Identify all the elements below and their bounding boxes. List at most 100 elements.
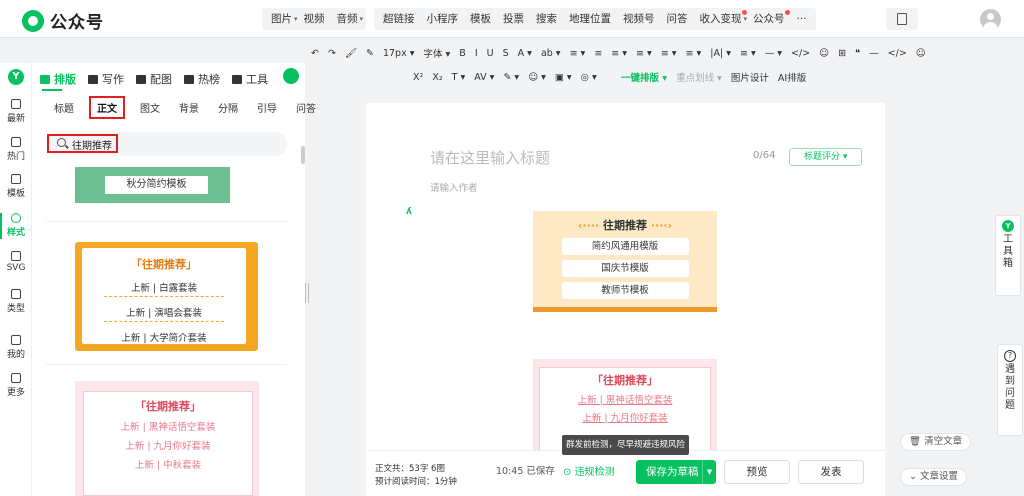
toolbar-button[interactable]: ◎ ▾ bbox=[581, 72, 597, 83]
ai-layout-button[interactable]: AI排版 bbox=[778, 70, 806, 84]
panel-subtab[interactable]: 标题 bbox=[54, 100, 74, 115]
topnav-item[interactable]: 图片 bbox=[265, 8, 298, 30]
toolbar-button[interactable]: ☺ bbox=[916, 48, 926, 59]
panel-tab[interactable]: 配图 bbox=[136, 68, 172, 90]
toolbar-button[interactable]: ☺ bbox=[819, 48, 829, 59]
toolbar-button[interactable]: 🖌 bbox=[345, 48, 357, 59]
emphasis-line-button[interactable]: 重点划线 ▾ bbox=[676, 70, 722, 84]
topnav-item[interactable]: 视频号 bbox=[617, 8, 661, 30]
toolbar-button[interactable]: ✎ bbox=[366, 48, 374, 59]
title-score-button[interactable]: 标题评分 ▾ bbox=[789, 148, 862, 166]
toolbar-button[interactable]: ≡ ▾ bbox=[611, 48, 627, 59]
rail-item[interactable]: 模板 bbox=[0, 174, 32, 199]
topnav-item[interactable]: 音频 bbox=[331, 8, 364, 30]
panel-subtab[interactable]: 图文 bbox=[140, 100, 160, 115]
toolbar-button[interactable]: T ▾ bbox=[452, 72, 466, 83]
topnav-item[interactable]: 投票 bbox=[497, 8, 530, 30]
document-icon-button[interactable] bbox=[886, 8, 918, 30]
toolbar-button[interactable]: 17px ▾ bbox=[383, 48, 415, 59]
toolbar-button[interactable]: ↷ bbox=[328, 48, 336, 59]
topnav-item[interactable]: 模板 bbox=[464, 8, 497, 30]
clear-article-button[interactable]: 🗑 清空文章 bbox=[900, 433, 972, 451]
toolbar-button[interactable]: X₂ bbox=[432, 72, 442, 83]
toolbar-button[interactable]: ☺ ▾ bbox=[528, 72, 546, 83]
publish-button[interactable]: 发表 bbox=[798, 460, 864, 484]
toolbar-button[interactable]: — bbox=[869, 48, 879, 59]
toolbar-button[interactable]: ≡ bbox=[594, 48, 602, 59]
toolbar-button[interactable]: </> bbox=[888, 48, 907, 59]
panel-scrollbar[interactable] bbox=[301, 146, 305, 164]
content-card-orange[interactable]: ‹···· 往期推荐 ····› 简约风通用模版 国庆节模版 教师节模板 bbox=[533, 211, 717, 312]
panel-tab[interactable]: 排版 bbox=[40, 68, 76, 90]
toolbar-button[interactable]: ≡ ▾ bbox=[570, 48, 586, 59]
toolbar-row-2-extra: 一键排版 ▾ 重点划线 ▾ 图片设计 AI排版 bbox=[621, 68, 815, 86]
image-design-button[interactable]: 图片设计 bbox=[731, 70, 769, 84]
template-card-orange[interactable]: 「往期推荐」 上新 | 白露套装 上新 | 演唱会套装 上新 | 大学简介套装 bbox=[75, 242, 258, 351]
plugin-insert-icon[interactable]: ʎ bbox=[406, 207, 416, 217]
panel-subtab[interactable]: 问答 bbox=[296, 100, 316, 115]
panel-toggle[interactable] bbox=[283, 68, 299, 84]
article-settings-button[interactable]: ⌄ 文章设置 bbox=[900, 468, 967, 486]
title-input[interactable]: 请在这里输入标题 bbox=[430, 147, 550, 168]
toolbar-button[interactable]: ❝ bbox=[855, 48, 860, 59]
topnav-item[interactable]: ··· bbox=[791, 8, 813, 30]
toolbar-button[interactable]: I bbox=[475, 48, 478, 59]
user-avatar[interactable] bbox=[980, 9, 1001, 30]
topnav-item[interactable]: 公众号 bbox=[747, 8, 791, 30]
rail-item[interactable]: SVG bbox=[0, 251, 32, 273]
toolbar-button[interactable]: ⊞ bbox=[838, 48, 846, 59]
rail-item[interactable]: 更多 bbox=[0, 373, 32, 398]
toolbar-button[interactable]: </> bbox=[791, 48, 810, 59]
topnav-item[interactable]: 收入变现 bbox=[694, 8, 748, 30]
help-button[interactable]: ? 遇 到 问 题 bbox=[997, 344, 1023, 436]
toolbar-button[interactable]: ▣ ▾ bbox=[555, 72, 572, 83]
content-card-item: 国庆节模版 bbox=[561, 260, 689, 277]
panel-tab[interactable]: 写作 bbox=[88, 68, 124, 90]
rail-item[interactable]: 最新 bbox=[0, 99, 32, 124]
toolbar-button[interactable]: — ▾ bbox=[765, 48, 782, 59]
topnav-item[interactable]: 地理位置 bbox=[563, 8, 617, 30]
app-logo[interactable]: 公众号 bbox=[22, 8, 104, 33]
toolbar-button[interactable]: ≡ ▾ bbox=[686, 48, 702, 59]
topnav-item[interactable]: 超链接 bbox=[377, 8, 421, 30]
one-click-layout-button[interactable]: 一键排版 ▾ bbox=[621, 70, 667, 84]
topnav-item[interactable]: 视频 bbox=[298, 8, 331, 30]
toolbar-button[interactable]: B bbox=[459, 48, 466, 59]
toolbar-button[interactable]: ≡ ▾ bbox=[661, 48, 677, 59]
toolbar-button[interactable]: ↶ bbox=[311, 48, 319, 59]
violation-check-button[interactable]: ⊙ 违规检测 bbox=[563, 463, 615, 478]
toolbar-button[interactable]: ✎ ▾ bbox=[503, 72, 519, 83]
panel-tab[interactable]: 热榜 bbox=[184, 68, 220, 90]
toolbox-button[interactable]: Y 工 具 箱 bbox=[995, 215, 1021, 296]
panel-subtab[interactable]: 引导 bbox=[257, 100, 277, 115]
toolbar-button[interactable]: ≡ ▾ bbox=[740, 48, 756, 59]
panel-collapse-handle[interactable] bbox=[305, 283, 309, 303]
toolbar-button[interactable]: 字体 ▾ bbox=[424, 46, 451, 60]
panel-subtab[interactable]: 分隔 bbox=[218, 100, 238, 115]
toolbar-button[interactable]: X² bbox=[413, 72, 423, 83]
toolbar-button[interactable]: ab ▾ bbox=[541, 48, 561, 59]
rail-item[interactable]: 样式 bbox=[0, 213, 32, 238]
template-card-autumn[interactable]: 秋分简约模板 bbox=[75, 167, 230, 203]
save-draft-button[interactable]: 保存为草稿 ▼ bbox=[636, 460, 716, 484]
topnav-item[interactable]: 小程序 bbox=[421, 8, 465, 30]
preview-button[interactable]: 预览 bbox=[724, 460, 790, 484]
topnav-item[interactable]: 问答 bbox=[661, 8, 694, 30]
rail-item[interactable]: 我的 bbox=[0, 335, 32, 360]
author-input[interactable]: 请输入作者 bbox=[430, 180, 478, 194]
toolbar-button[interactable]: ≡ ▾ bbox=[636, 48, 652, 59]
panel-subtab[interactable]: 正文 bbox=[89, 96, 125, 119]
toolbar-button[interactable]: |A| ▾ bbox=[710, 48, 731, 59]
toolbar-button[interactable]: U bbox=[487, 48, 494, 59]
rail-item[interactable]: 热门 bbox=[0, 137, 32, 162]
topnav-item[interactable]: 搜索 bbox=[530, 8, 563, 30]
panel-subtab[interactable]: 背景 bbox=[179, 100, 199, 115]
toolbar-button[interactable]: A ▾ bbox=[518, 48, 532, 59]
toolbar-button[interactable]: S bbox=[503, 48, 509, 59]
toolbar-button[interactable]: AV ▾ bbox=[474, 72, 494, 83]
rail-item[interactable]: 类型 bbox=[0, 289, 32, 314]
template-card-pink[interactable]: 「往期推荐」 上新 | 黑神话悟空套装 上新 | 九月你好套装 上新 | 中秋套… bbox=[75, 381, 259, 496]
divider bbox=[46, 221, 287, 222]
chevron-down-icon[interactable]: ▼ bbox=[702, 460, 716, 484]
panel-tab[interactable]: 工具 bbox=[232, 68, 268, 90]
